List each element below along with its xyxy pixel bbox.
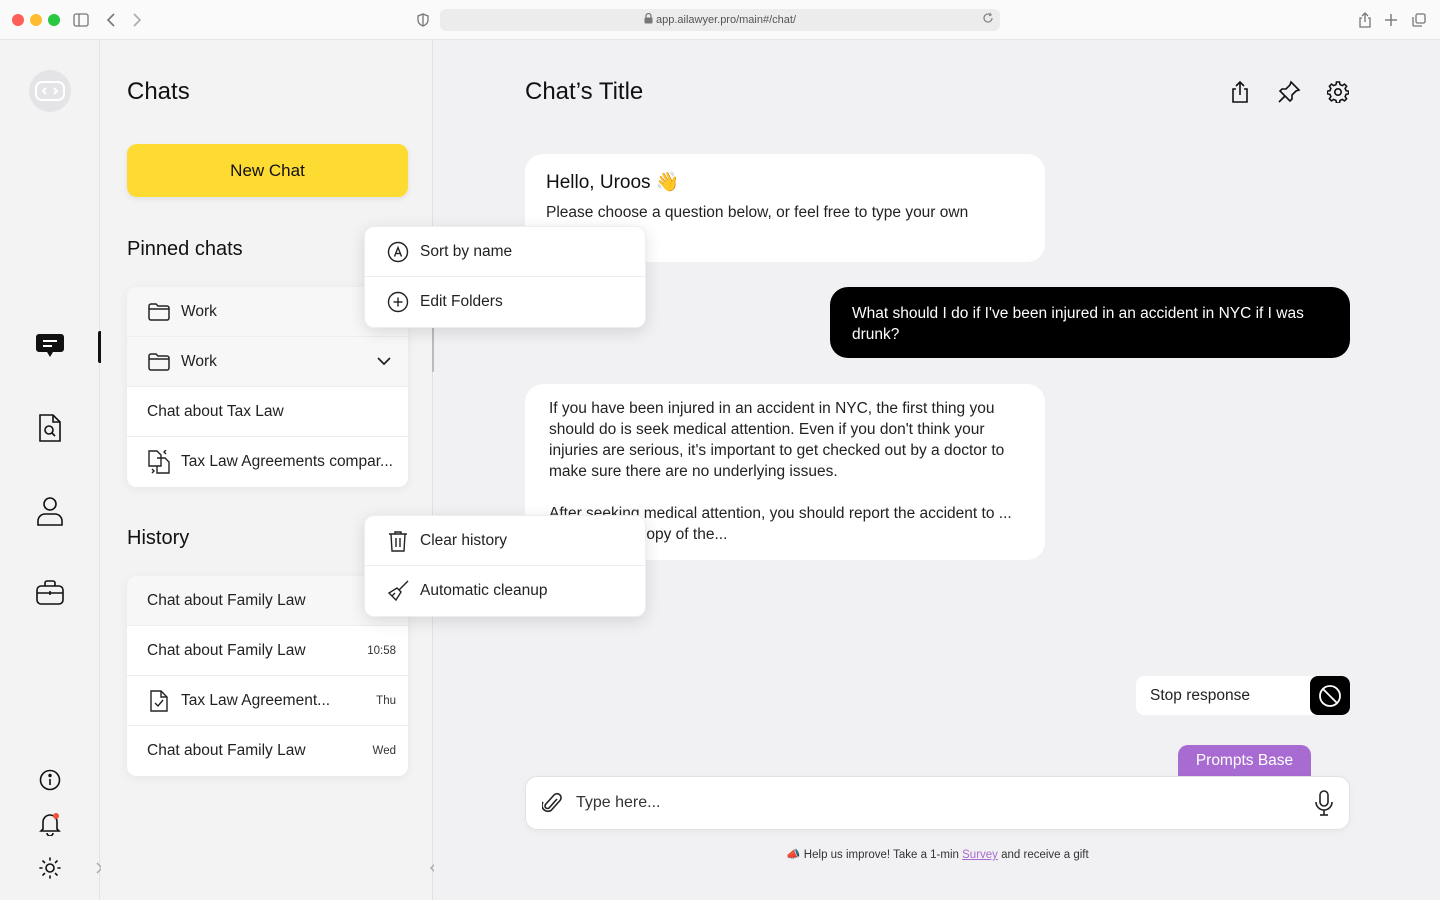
share-icon[interactable] xyxy=(1355,10,1375,30)
share-chat-icon[interactable] xyxy=(1226,78,1254,106)
notification-bell-icon[interactable] xyxy=(34,808,66,840)
pinned-chat-tax-law[interactable]: Chat about Tax Law xyxy=(127,387,408,437)
chats-panel: Chats New Chat Pinned chats Work Work Ch… xyxy=(101,40,437,900)
menu-item-label: Clear history xyxy=(420,531,507,549)
folder-icon xyxy=(147,300,171,324)
message-input[interactable] xyxy=(576,794,1315,812)
chat-title: Chat’s Title xyxy=(525,78,644,105)
back-icon[interactable] xyxy=(101,10,121,30)
document-check-icon xyxy=(147,689,171,713)
left-navigation-rail xyxy=(0,40,103,900)
zoom-window-button[interactable] xyxy=(48,14,60,26)
stop-response-control[interactable]: Stop response xyxy=(1136,676,1350,715)
theme-sun-icon[interactable] xyxy=(34,852,66,884)
close-window-button[interactable] xyxy=(12,14,24,26)
prompts-base-tab[interactable]: Prompts Base xyxy=(1178,745,1311,777)
survey-link[interactable]: Survey xyxy=(962,849,998,861)
history-item-time: Thu xyxy=(376,694,396,707)
message-composer xyxy=(525,776,1350,830)
history-item-time: Wed xyxy=(372,745,396,757)
microphone-icon[interactable] xyxy=(1315,790,1333,816)
history-item-label: Chat about Family Law xyxy=(147,641,306,659)
history-item[interactable]: Chat about Family Law Wed xyxy=(127,726,408,776)
new-tab-icon[interactable] xyxy=(1381,10,1401,30)
lock-icon xyxy=(644,12,653,27)
pinned-item-label: Work xyxy=(181,352,217,370)
tab-overview-icon[interactable] xyxy=(1409,10,1429,30)
history-item-time: 10:58 xyxy=(367,644,396,657)
assistant-answer-paragraph: If you have been injured in an accident … xyxy=(549,400,1005,480)
menu-item-label: Automatic cleanup xyxy=(420,582,548,599)
history-item-label: Tax Law Agreement... xyxy=(181,691,331,709)
history-item-label: Chat about Family Law xyxy=(147,591,306,609)
pinned-chats-title[interactable]: Pinned chats xyxy=(127,238,243,261)
clear-history-item[interactable]: Clear history xyxy=(365,516,645,566)
sort-alpha-icon xyxy=(387,241,409,263)
minimize-window-button[interactable] xyxy=(30,14,42,26)
trash-icon xyxy=(387,530,409,552)
sort-by-name-item[interactable]: Sort by name xyxy=(365,227,645,277)
survey-note-prefix: 📣 Help us improve! Take a 1-min xyxy=(786,849,963,861)
user-message-bubble: What should I do if I've been injured in… xyxy=(830,287,1350,358)
chats-title: Chats xyxy=(127,78,190,105)
reload-icon[interactable] xyxy=(982,12,994,27)
edit-folders-item[interactable]: Edit Folders xyxy=(365,277,645,327)
chat-area: Chat’s Title Hello, Uroos 👋 Please choos… xyxy=(434,40,1440,900)
chat-nav-icon[interactable] xyxy=(34,330,66,362)
stop-response-label: Stop response xyxy=(1150,686,1250,704)
pinned-folder-work-expanded[interactable]: Work xyxy=(127,337,408,387)
paperclip-icon[interactable] xyxy=(542,791,562,815)
browser-toolbar: app.ailawyer.pro/main#/chat/ xyxy=(0,0,1440,40)
history-options-menu: Clear history Automatic cleanup xyxy=(364,515,646,617)
plus-circle-icon xyxy=(387,291,409,313)
pin-icon[interactable] xyxy=(1275,78,1303,106)
stop-icon[interactable] xyxy=(1310,676,1350,715)
sidebar-toggle-icon[interactable] xyxy=(71,10,91,30)
briefcase-icon[interactable] xyxy=(34,577,66,609)
history-item-label: Chat about Family Law xyxy=(147,742,306,759)
address-bar[interactable]: app.ailawyer.pro/main#/chat/ xyxy=(440,9,1000,31)
settings-gear-icon[interactable] xyxy=(1324,78,1352,106)
history-item[interactable]: Chat about Family Law 10:58 xyxy=(127,626,408,676)
greeting-title: Hello, Uroos 👋 xyxy=(546,172,680,193)
pinned-item-label: Chat about Tax Law xyxy=(147,402,284,420)
survey-note-suffix: and receive a gift xyxy=(997,849,1089,861)
url-text: app.ailawyer.pro/main#/chat/ xyxy=(655,14,797,26)
info-icon[interactable] xyxy=(34,764,66,796)
history-title[interactable]: History xyxy=(127,527,189,550)
pinned-chat-tax-agreements[interactable]: Tax Law Agreements compar... xyxy=(127,437,408,487)
folder-icon xyxy=(147,350,171,374)
menu-item-label: Sort by name xyxy=(420,242,513,260)
pinned-item-label: Tax Law Agreements compar... xyxy=(181,453,393,470)
pinned-options-menu: Sort by name Edit Folders xyxy=(364,226,646,328)
chevron-down-icon[interactable] xyxy=(372,357,396,366)
greeting-subtitle: Please choose a question below, or feel … xyxy=(546,204,969,221)
document-search-icon[interactable] xyxy=(34,412,66,444)
forward-icon[interactable] xyxy=(127,10,147,30)
new-chat-button[interactable]: New Chat xyxy=(127,144,408,197)
broom-icon xyxy=(387,580,409,602)
automatic-cleanup-item[interactable]: Automatic cleanup xyxy=(365,566,645,616)
compare-doc-icon xyxy=(147,450,171,474)
survey-note: 📣 Help us improve! Take a 1-min Survey a… xyxy=(525,847,1350,861)
history-item[interactable]: Tax Law Agreement... Thu xyxy=(127,676,408,726)
menu-item-label: Edit Folders xyxy=(420,293,503,310)
profile-icon[interactable] xyxy=(34,495,66,527)
privacy-shield-icon[interactable] xyxy=(413,10,433,30)
app-logo[interactable] xyxy=(29,70,71,112)
